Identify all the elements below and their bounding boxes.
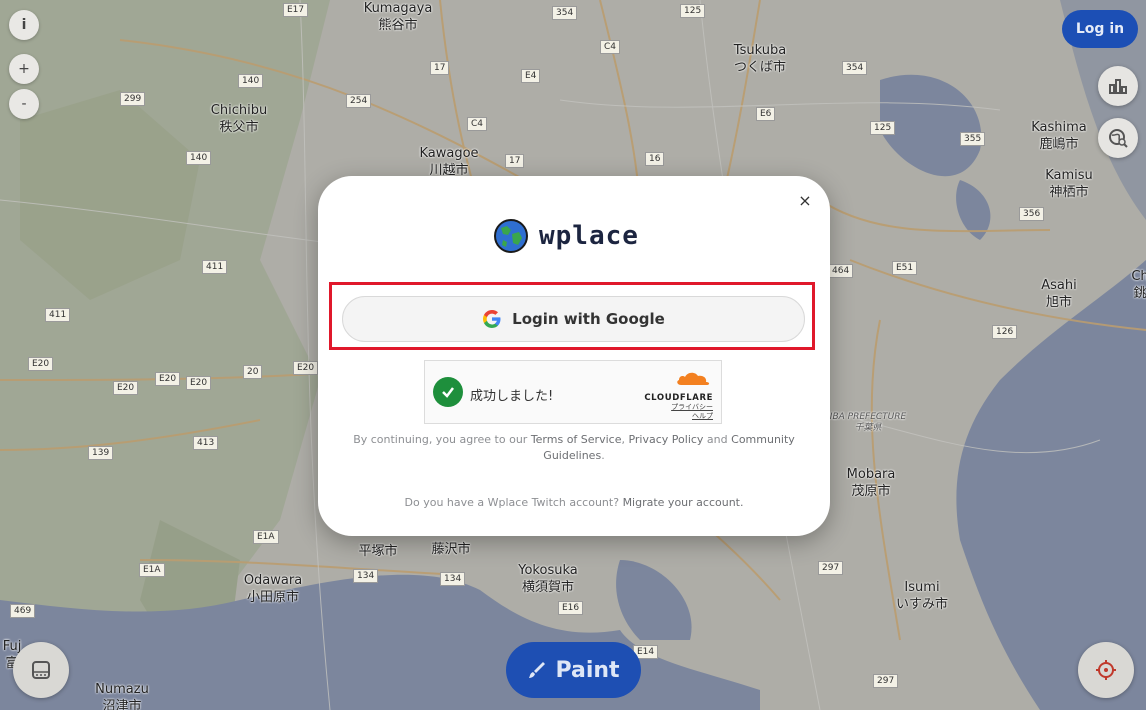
route-shield: E20 (186, 376, 212, 390)
route-shield: 139 (88, 446, 114, 460)
google-icon (483, 310, 501, 328)
route-shield: 297 (818, 561, 844, 575)
route-shield: 354 (552, 6, 578, 20)
route-shield: 134 (440, 572, 466, 586)
route-shield: 140 (186, 151, 212, 165)
route-shield: E1A (253, 530, 279, 544)
route-shield: 356 (1019, 207, 1045, 221)
brush-icon (529, 662, 546, 678)
city-label: Isumi いすみ市 (895, 580, 949, 612)
city-label: Kawagoe 川越市 (419, 146, 479, 178)
locate-button[interactable] (1078, 642, 1134, 698)
city-label: Kashima 鹿嶋市 (1031, 120, 1087, 152)
globe-icon (494, 219, 528, 253)
route-shield: 17 (505, 154, 525, 168)
route-shield: 134 (353, 569, 379, 583)
cloudflare-wordmark: CLOUDFLARE (644, 393, 713, 403)
login-modal: × wplace Login with Google 成功しました! CLOUD (318, 176, 830, 536)
city-label: 藤沢市 (431, 542, 471, 557)
city-label: Mobara 茂原市 (846, 467, 896, 499)
route-shield: 354 (842, 61, 868, 75)
leaderboard-icon (1109, 79, 1127, 94)
route-shield: 464 (828, 264, 854, 278)
minus-icon: - (21, 96, 27, 112)
route-shield: 413 (193, 436, 219, 450)
help-link[interactable]: ヘルプ (644, 412, 713, 421)
zoom-out-button[interactable]: - (9, 89, 39, 119)
turnstile-status: 成功しました! (470, 389, 554, 404)
paint-button-label: Paint (555, 657, 620, 683)
palette-icon (32, 661, 50, 679)
city-label: Asahi 旭市 (1041, 278, 1077, 310)
edge-label: Ch 銚 (1131, 269, 1146, 301)
migrate-text: Do you have a Wplace Twitch account? Mig… (404, 496, 744, 509)
terms-of-service-link[interactable]: Terms of Service (531, 433, 622, 446)
route-shield: E20 (28, 357, 54, 371)
route-shield: E4 (521, 69, 541, 83)
route-shield: E1A (139, 563, 165, 577)
route-shield: E17 (283, 3, 309, 17)
route-shield: C4 (467, 117, 488, 131)
route-shield: 140 (238, 74, 264, 88)
login-button-label: Log in (1075, 21, 1125, 37)
success-check-icon (433, 377, 463, 407)
city-label: Chichibu 秩父市 (210, 103, 268, 135)
route-shield: 126 (992, 325, 1018, 339)
globe-search-icon (1109, 129, 1128, 148)
paint-button[interactable]: Paint (506, 642, 641, 698)
city-label: Kamisu 神栖市 (1045, 168, 1093, 200)
wplace-logo: wplace (493, 218, 639, 254)
route-shield: 355 (960, 132, 986, 146)
login-with-google-label: Login with Google (512, 310, 665, 328)
close-icon: × (798, 190, 812, 210)
zoom-in-button[interactable]: + (9, 54, 39, 84)
route-shield: E20 (113, 381, 139, 395)
close-button[interactable]: × (795, 190, 815, 210)
prefecture-label: IBA PREFECTURE 千葉県 (829, 412, 907, 433)
logo-text: wplace (539, 221, 639, 251)
route-shield: E20 (155, 372, 181, 386)
login-button[interactable]: Log in (1062, 10, 1138, 48)
city-label: Tsukuba つくば市 (733, 43, 787, 75)
leaderboard-button[interactable] (1098, 66, 1138, 106)
info-button[interactable]: i (9, 10, 39, 40)
route-shield: E51 (892, 261, 918, 275)
city-label: Numazu 沼津市 (95, 682, 149, 710)
route-shield: 16 (645, 152, 665, 166)
route-shield: E16 (558, 601, 584, 615)
route-shield: 125 (870, 121, 896, 135)
cloudflare-branding: CLOUDFLARE プライバシー ヘルプ (644, 369, 713, 421)
privacy-link[interactable]: プライバシー (644, 403, 713, 412)
route-shield: 469 (10, 604, 36, 618)
city-label: Kumagaya 熊谷市 (363, 1, 433, 33)
cloudflare-cloud-icon (677, 372, 710, 385)
terms-text: By continuing, you agree to our Terms of… (353, 433, 795, 462)
plus-icon: + (18, 61, 30, 77)
palette-button[interactable] (13, 642, 69, 698)
route-shield: 17 (430, 61, 450, 75)
route-shield: E6 (756, 107, 776, 121)
info-icon: i (21, 17, 27, 33)
route-shield: 20 (243, 365, 263, 379)
city-label: Yokosuka 横須賀市 (518, 563, 578, 595)
migrate-account-link[interactable]: Migrate your account. (623, 496, 744, 509)
city-label: 平塚市 (358, 544, 398, 559)
city-label: Odawara 小田原市 (243, 573, 303, 605)
search-location-button[interactable] (1098, 118, 1138, 158)
route-shield: 297 (873, 674, 899, 688)
login-with-google-button[interactable]: Login with Google (342, 296, 805, 342)
route-shield: C4 (600, 40, 621, 54)
target-icon (1096, 660, 1116, 680)
route-shield: 411 (45, 308, 71, 322)
route-shield: 125 (680, 4, 706, 18)
route-shield: E20 (293, 361, 319, 375)
route-shield: 254 (346, 94, 372, 108)
turnstile-widget[interactable]: 成功しました! CLOUDFLARE プライバシー ヘルプ (424, 360, 722, 424)
route-shield: 411 (202, 260, 228, 274)
route-shield: 299 (120, 92, 146, 106)
privacy-policy-link[interactable]: Privacy Policy (628, 433, 703, 446)
